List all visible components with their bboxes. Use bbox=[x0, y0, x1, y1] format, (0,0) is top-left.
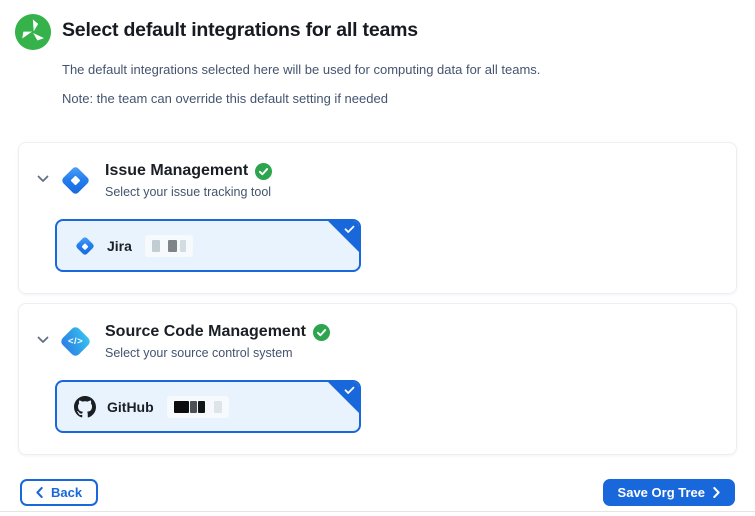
section-description: Select your issue tracking tool bbox=[105, 185, 272, 199]
section-description: Select your source control system bbox=[105, 346, 330, 360]
app-logo-icon bbox=[14, 13, 52, 51]
chevron-left-icon bbox=[36, 487, 43, 498]
back-button-label: Back bbox=[51, 485, 82, 500]
back-button[interactable]: Back bbox=[20, 479, 98, 506]
section-title: Issue Management bbox=[105, 162, 248, 180]
tool-name: Jira bbox=[107, 238, 132, 254]
github-icon bbox=[74, 396, 96, 418]
section-issue-management: Issue Management Select your issue track… bbox=[18, 142, 737, 294]
source-code-icon: </> bbox=[59, 325, 91, 357]
page-note: Note: the team can override this default… bbox=[62, 91, 737, 106]
section-title: Source Code Management bbox=[105, 323, 306, 341]
bottom-divider bbox=[0, 511, 755, 512]
selected-check-icon bbox=[328, 221, 359, 252]
option-card-jira[interactable]: Jira bbox=[55, 219, 361, 272]
redacted-text bbox=[167, 396, 229, 418]
jira-icon-small bbox=[74, 235, 96, 257]
chevron-down-icon bbox=[37, 336, 49, 344]
collapse-chevron-source-code[interactable] bbox=[33, 330, 53, 350]
section-source-code-management: </> Source Code Management Select your s… bbox=[18, 303, 737, 455]
sections-container: Issue Management Select your issue track… bbox=[18, 142, 737, 455]
save-org-tree-button[interactable]: Save Org Tree bbox=[603, 479, 735, 506]
check-circle-icon bbox=[255, 163, 272, 180]
tool-name: GitHub bbox=[107, 399, 154, 415]
check-circle-icon bbox=[313, 324, 330, 341]
chevron-right-icon bbox=[713, 487, 720, 498]
save-button-label: Save Org Tree bbox=[618, 485, 705, 500]
jira-icon bbox=[59, 164, 91, 196]
selected-check-icon bbox=[328, 382, 359, 413]
page-subtitle: The default integrations selected here w… bbox=[62, 62, 737, 77]
page-header: Select default integrations for all team… bbox=[0, 0, 755, 106]
option-card-github[interactable]: GitHub bbox=[55, 380, 361, 433]
footer-actions: Back Save Org Tree bbox=[20, 479, 735, 506]
redacted-text bbox=[145, 235, 193, 257]
chevron-down-icon bbox=[37, 175, 49, 183]
integrations-setup-page: Select default integrations for all team… bbox=[0, 0, 755, 516]
collapse-chevron-issue-management[interactable] bbox=[33, 169, 53, 189]
page-title: Select default integrations for all team… bbox=[62, 13, 418, 42]
